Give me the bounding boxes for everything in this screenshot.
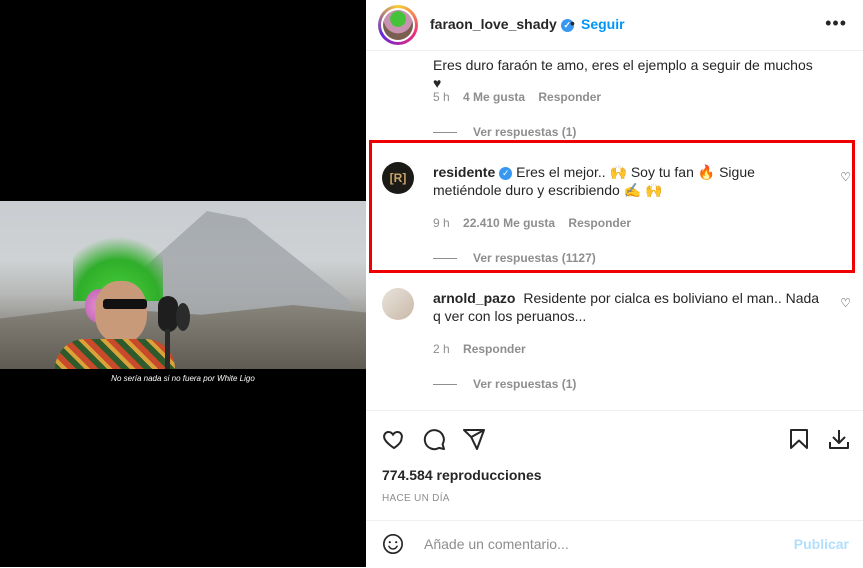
download-icon[interactable] — [827, 427, 851, 451]
comment-text-arnold: arnold_pazo Residente por cialca es boli… — [433, 289, 823, 325]
residente-avatar[interactable]: [R] — [382, 162, 414, 194]
replies-line — [433, 132, 457, 134]
views-count[interactable]: 774.584 reproducciones — [382, 467, 542, 483]
comment-likes[interactable]: 22.410 Me gusta — [463, 216, 555, 230]
singer-head — [95, 281, 147, 343]
author-avatar[interactable] — [378, 5, 418, 45]
comment-input[interactable] — [422, 535, 776, 553]
view-replies-label: Ver respuestas (1) — [473, 377, 577, 391]
mic-stand — [165, 329, 170, 369]
reply-button[interactable]: Responder — [538, 90, 601, 104]
comment-text: Eres duro faraón te amo, eres el ejemplo… — [433, 57, 813, 91]
follow-button[interactable]: Seguir — [581, 16, 625, 32]
replies-line — [433, 384, 457, 386]
view-replies-button[interactable]: Ver respuestas (1127) — [433, 251, 596, 265]
video-player[interactable] — [0, 201, 366, 369]
author-avatar-frame — [381, 8, 415, 42]
heart-icon[interactable] — [382, 427, 406, 451]
comments-list[interactable]: Eres duro faraón te amo, eres el ejemplo… — [366, 50, 863, 410]
arnold-avatar[interactable] — [382, 288, 414, 320]
video-subtitle: No sería nada si no fuera por White Ligo — [111, 374, 255, 383]
comment-time: 2 h — [433, 342, 450, 356]
singer-shirt — [55, 339, 175, 369]
more-horizontal-icon[interactable]: ••• — [825, 13, 847, 34]
header-separator: • — [570, 15, 575, 31]
comment-composer: Publicar — [366, 520, 863, 568]
view-replies-label: Ver respuestas (1127) — [473, 251, 596, 265]
comment-like-icon[interactable]: ♡ — [840, 170, 851, 184]
comment-icon[interactable] — [422, 427, 446, 451]
bookmark-icon[interactable] — [787, 427, 811, 451]
comment-meta: 9 h 22.410 Me gusta Responder — [433, 216, 641, 230]
video-singer — [55, 221, 175, 369]
post-time[interactable]: HACE UN DÍA — [382, 493, 450, 504]
publish-button[interactable]: Publicar — [794, 536, 849, 552]
comment-like-icon[interactable]: ♡ — [840, 296, 851, 310]
comment-likes[interactable]: 4 Me gusta — [463, 90, 525, 104]
view-replies-label: Ver respuestas (1) — [473, 125, 577, 139]
reply-button[interactable]: Responder — [568, 216, 631, 230]
post-actions: 774.584 reproducciones HACE UN DÍA — [366, 410, 863, 521]
reply-button[interactable]: Responder — [463, 342, 526, 356]
comment-username[interactable]: arnold_pazo — [433, 290, 515, 306]
emoji-icon[interactable] — [382, 533, 404, 555]
author-username-row[interactable]: faraon_love_shady ✓ — [430, 16, 574, 32]
comment-text-residente: residente ✓ Eres el mejor.. 🙌 Soy tu fan … — [433, 163, 823, 199]
microphone — [158, 296, 178, 332]
singer-glasses — [103, 299, 147, 309]
verified-badge-icon: ✓ — [499, 166, 513, 180]
post-header: faraon_love_shady ✓ • Seguir ••• — [366, 0, 863, 51]
comment-meta: 2 h Responder — [433, 342, 536, 356]
comment-time: 9 h — [433, 216, 450, 230]
share-icon[interactable] — [462, 427, 486, 451]
video-panel[interactable]: No sería nada si no fuera por White Ligo — [0, 0, 366, 567]
pop-filter — [176, 303, 190, 331]
view-replies-button[interactable]: Ver respuestas (1) — [433, 125, 576, 139]
comment-username[interactable]: residente — [433, 164, 495, 180]
view-replies-button[interactable]: Ver respuestas (1) — [433, 377, 576, 391]
comment-meta: 5 h 4 Me gusta Responder — [433, 90, 611, 104]
author-avatar-image — [383, 10, 413, 40]
post-details: faraon_love_shady ✓ • Seguir ••• Eres du… — [366, 0, 863, 567]
replies-line — [433, 258, 457, 260]
author-username[interactable]: faraon_love_shady — [430, 16, 557, 32]
comment-time: 5 h — [433, 90, 450, 104]
